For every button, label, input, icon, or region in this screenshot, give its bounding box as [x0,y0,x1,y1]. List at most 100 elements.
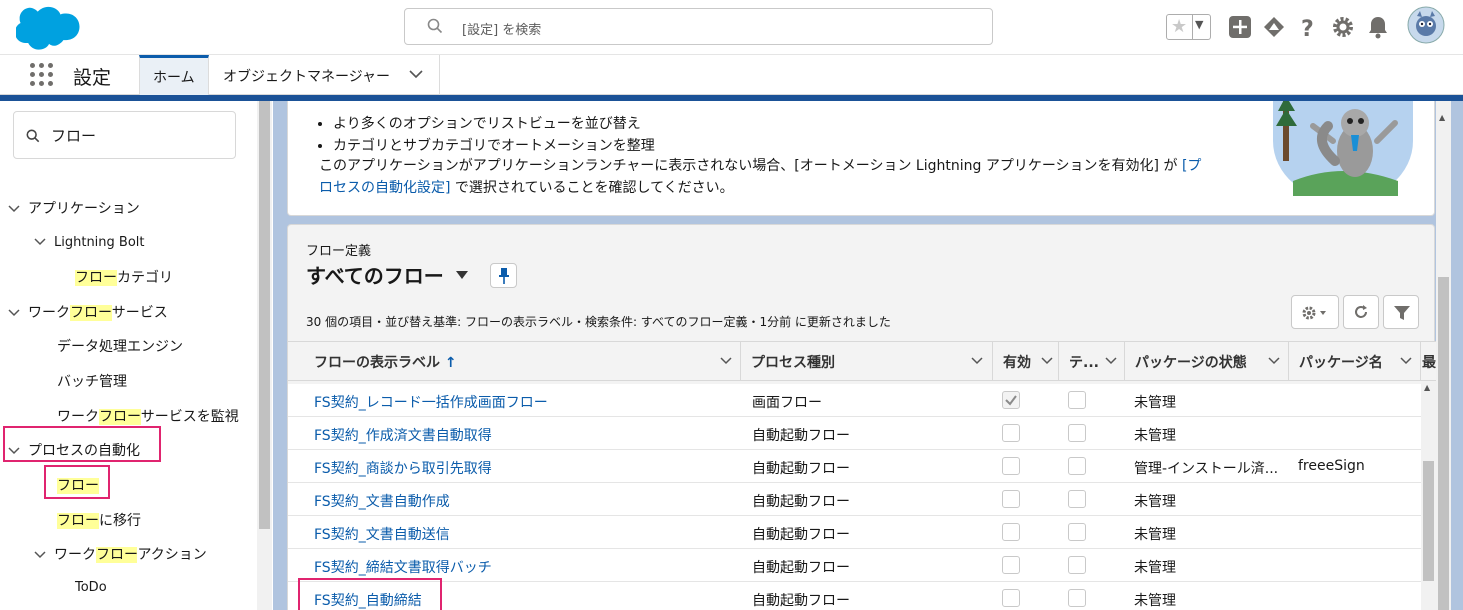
tree-item-batch-management[interactable]: バッチ管理 [57,371,127,391]
tree-item-process-automation[interactable]: プロセスの自動化 [8,440,140,460]
global-header: [設定] を検索 ★ ▼ ? [0,0,1463,55]
flow-label-link[interactable]: FS契約_締結文書取得バッチ [314,557,492,577]
flow-label-link[interactable]: FS契約_文書自動送信 [314,524,450,544]
tree-item-data-engine[interactable]: データ処理エンジン [57,336,183,356]
test-checkbox [1068,391,1086,409]
refresh-button[interactable] [1343,295,1379,329]
list-view-controls-button[interactable] [1291,295,1339,329]
trailhead-icon[interactable] [1261,14,1287,40]
mascot-illustration [1273,101,1413,196]
process-automation-settings-link[interactable]: ロセスの自動化設定] [319,180,450,196]
package-state-cell: 未管理 [1134,494,1176,510]
chevron-down-icon[interactable] [8,308,20,318]
column-header-package-name[interactable]: パッケージ名 [1289,342,1421,380]
chevron-down-icon[interactable] [1400,357,1412,365]
tree-item-workflow-actions[interactable]: ワークフローアクション [34,544,207,564]
list-view-dropdown-icon[interactable] [456,271,468,279]
list-view-title[interactable]: すべてのフロー [306,260,444,289]
global-search-input[interactable]: [設定] を検索 [404,8,993,45]
add-icon[interactable] [1227,14,1253,40]
chevron-down-icon[interactable] [1105,357,1117,365]
active-checkbox [1002,424,1020,442]
pin-list-view-button[interactable] [490,263,517,288]
chevron-down-icon[interactable] [8,446,20,456]
tree-item-applications[interactable]: アプリケーション [8,198,140,218]
package-state-cell: 未管理 [1134,593,1176,609]
table-row: FS契約_商談から取引先取得 自動起動フロー 管理-インストール済... freeeS… [288,450,1421,483]
chevron-down-icon[interactable] [8,204,20,214]
setup-sidebar: フロー アプリケーション Lightning Bolt フローカテゴリ ワークフ… [0,101,273,610]
package-state-cell: 未管理 [1134,428,1176,444]
salesforce-logo[interactable] [16,6,80,50]
test-checkbox [1068,523,1086,541]
search-icon [26,129,40,143]
info-paragraph: このアプリケーションがアプリケーションランチャーに表示されない場合、[オートメー… [319,158,1202,196]
tree-item-workflow-services[interactable]: ワークフローサービス [8,302,168,322]
column-header-package-state[interactable]: パッケージの状態 [1125,342,1289,380]
flow-label-link[interactable]: FS契約_文書自動作成 [314,491,450,511]
process-automation-settings-link[interactable]: [プ [1182,158,1201,174]
process-type-cell: 画面フロー [752,395,822,411]
page-scrollbar[interactable]: ▲ [1436,101,1451,610]
column-header-last-modified[interactable]: 最 [1421,342,1436,380]
list-view-meta: 30 個の項目・並び替え基準: フローの表示ラベル・検索条件: すべてのフロー定… [306,315,891,329]
column-header-process-type[interactable]: プロセス種別 [741,342,993,380]
tree-item-todo[interactable]: ToDo [75,580,107,595]
app-launcher-icon[interactable] [30,63,54,87]
flow-label-link[interactable]: FS契約_商談から取引先取得 [314,458,492,478]
column-header-active[interactable]: 有効 [993,342,1059,380]
table-row: FS契約_締結文書取得バッチ 自動起動フロー 未管理 [288,549,1421,582]
filter-icon [1394,306,1410,320]
table-row: FS契約_文書自動送信 自動起動フロー 未管理 [288,516,1421,549]
refresh-icon [1355,305,1367,318]
column-header-flow-label[interactable]: フローの表示ラベル ↑ [288,342,741,380]
test-checkbox [1068,424,1086,442]
favorites-star-icon[interactable]: ★ [1171,17,1187,37]
table-scrollbar[interactable]: ▲ [1421,381,1436,610]
help-icon[interactable]: ? [1295,14,1321,40]
favorites-button[interactable]: ★ ▼ [1166,14,1211,40]
user-avatar[interactable] [1407,6,1445,44]
chevron-down-icon[interactable] [720,357,732,365]
sidebar-scrollbar[interactable] [257,101,272,610]
notification-bell-icon[interactable] [1365,14,1391,40]
table-row: FS契約_レコード一括作成画面フロー 画面フロー 未管理 [288,384,1421,417]
package-state-cell: 未管理 [1134,560,1176,576]
chevron-down-icon[interactable] [971,357,983,365]
tree-item-flows[interactable]: フロー [57,475,99,495]
chevron-down-icon[interactable] [34,237,46,247]
table-row: FS契約_文書自動作成 自動起動フロー 未管理 [288,483,1421,516]
package-state-cell: 未管理 [1134,395,1176,411]
tree-item-lightning-bolt[interactable]: Lightning Bolt [34,234,145,250]
setup-gear-icon[interactable] [1330,14,1356,40]
table-row: FS契約_作成済文書自動取得 自動起動フロー 未管理 [288,417,1421,450]
chevron-down-icon[interactable] [34,550,46,560]
favorites-dropdown-icon[interactable]: ▼ [1195,18,1203,31]
main-content: より多くのオプションでリストビューを並び替え カテゴリとサブカテゴリでオートメー… [273,101,1463,610]
active-checkbox [1002,391,1020,409]
tree-item-migrate-to-flow[interactable]: フローに移行 [57,510,141,530]
test-checkbox [1068,556,1086,574]
filter-button[interactable] [1383,295,1419,329]
tree-item-flow-category[interactable]: フローカテゴリ [75,267,173,287]
active-checkbox [1002,457,1020,475]
test-checkbox [1068,490,1086,508]
object-label: フロー定義 [306,244,372,259]
quick-find-input[interactable]: フロー [13,111,236,159]
tree-item-monitor-workflow[interactable]: ワークフローサービスを監視 [57,406,239,426]
tab-object-manager[interactable]: オブジェクトマネージャー [209,55,440,95]
package-name-cell: freeeSign [1298,458,1365,474]
package-state-cell: 管理-インストール済... [1134,461,1279,477]
active-checkbox [1002,589,1020,607]
chevron-down-icon[interactable] [409,69,423,79]
chevron-down-icon[interactable] [1041,357,1053,365]
tab-home[interactable]: ホーム [139,55,209,95]
test-checkbox [1068,589,1086,607]
active-checkbox [1002,490,1020,508]
flow-label-link[interactable]: FS契約_作成済文書自動取得 [314,425,492,445]
column-header-test[interactable]: テ... [1059,342,1125,380]
process-type-cell: 自動起動フロー [752,494,850,510]
flow-label-link[interactable]: FS契約_レコード一括作成画面フロー [314,392,548,412]
chevron-down-icon[interactable] [1268,357,1280,365]
svg-text:?: ? [1301,17,1314,40]
